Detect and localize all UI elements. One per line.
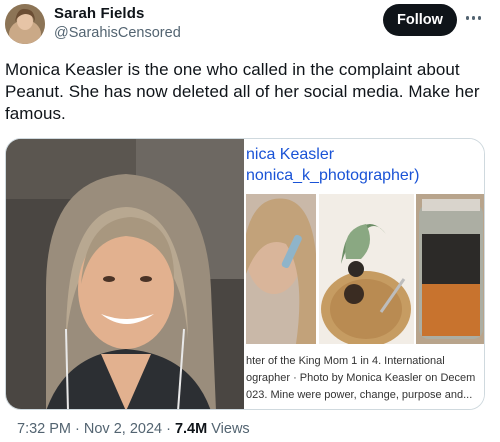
views-count: 7.4M (174, 421, 208, 437)
tweet-text: Monica Keasler is the one who called in … (5, 60, 480, 123)
views-label: Views (207, 421, 250, 437)
follow-button[interactable]: Follow (383, 4, 457, 36)
more-dots-icon[interactable] (466, 12, 486, 24)
profile-caption: hter of the King Mom 1 in 4. Internation… (246, 353, 484, 404)
tweet-time[interactable]: 7:32 PM · Nov 2, 2024 · (17, 421, 175, 437)
author-handle[interactable]: @SarahisCensored (54, 25, 181, 41)
caption-line: hter of the King Mom 1 in 4. Internation… (246, 355, 445, 367)
woman-selfie-photo[interactable] (6, 139, 244, 409)
caption-line: 023. Mine were power, change, purpose an… (246, 389, 473, 401)
tweet-timestamp[interactable]: 7:32 PM · Nov 2, 2024 · 7.4M Views (17, 421, 250, 437)
profile-handle: nonica_k_photographer) (246, 167, 420, 184)
profile-name: nica Keasler (246, 146, 335, 163)
tweet-media[interactable]: nica Keasler nonica_k_photographer) hter… (5, 138, 485, 410)
tweet-header: Sarah Fields @SarahisCensored Follow (0, 0, 500, 50)
caption-line: ographer · Photo by Monica Keasler on De… (246, 372, 476, 384)
avatar[interactable] (5, 4, 45, 44)
profile-screenshot-panel: nica Keasler nonica_k_photographer) hter… (246, 139, 484, 409)
author-display-name[interactable]: Sarah Fields (54, 5, 144, 22)
